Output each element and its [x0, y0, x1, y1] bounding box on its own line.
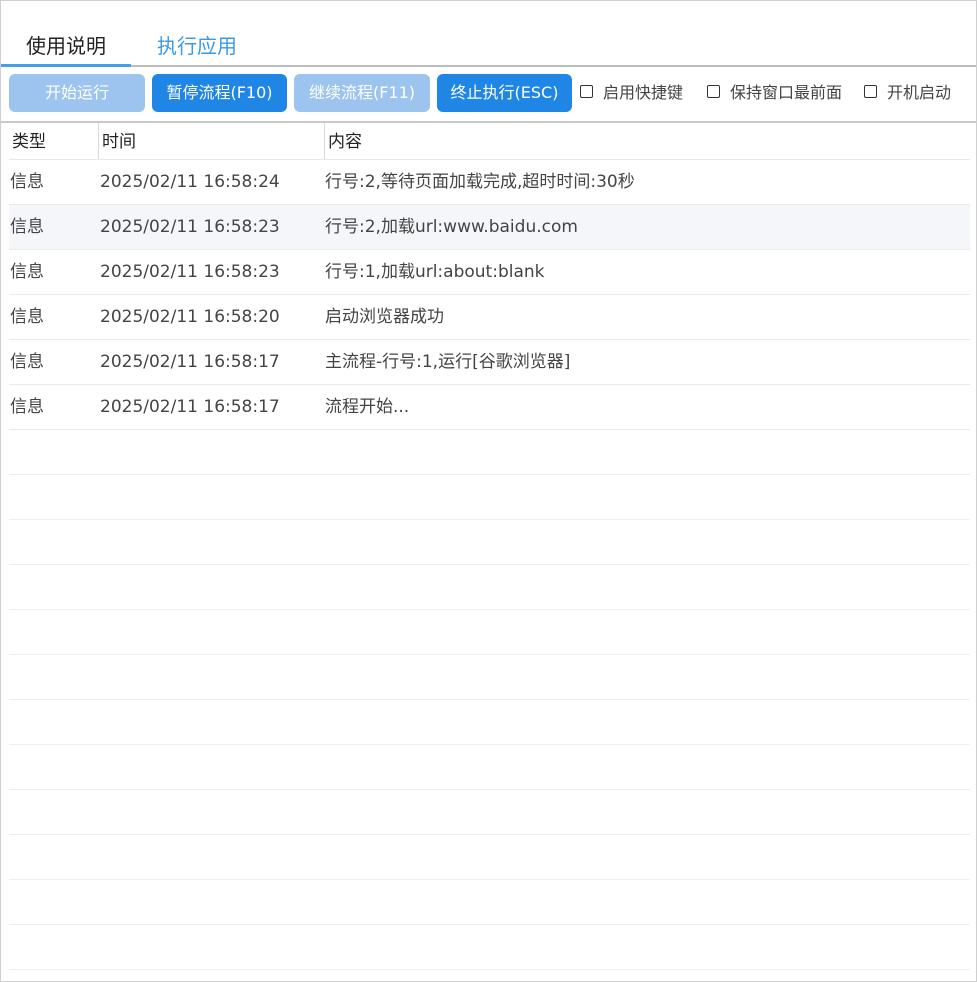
stop-execution-button[interactable]: 终止执行(ESC) — [437, 74, 572, 112]
cell-type: 信息 — [10, 352, 44, 372]
cell-time: 2025/02/11 16:58:17 — [100, 397, 280, 417]
checkbox-box[interactable] — [864, 85, 877, 98]
keep-on-top-checkbox[interactable]: 保持窗口最前面 — [707, 74, 842, 112]
column-header-content-label: 内容 — [328, 132, 362, 152]
column-header-time[interactable]: 时间 — [98, 123, 136, 159]
empty-table-row — [9, 430, 970, 475]
table-row[interactable]: 信息 2025/02/11 16:58:23 行号:2,加载url:www.ba… — [9, 205, 970, 250]
column-header-type[interactable]: 类型 — [12, 123, 46, 159]
column-header-time-label: 时间 — [102, 132, 136, 152]
table-row[interactable]: 信息 2025/02/11 16:58:24 行号:2,等待页面加载完成,超时时… — [9, 160, 970, 205]
empty-table-row — [9, 790, 970, 835]
cell-type: 信息 — [10, 397, 44, 417]
keep-on-top-label: 保持窗口最前面 — [730, 83, 843, 102]
table-row[interactable]: 信息 2025/02/11 16:58:20 启动浏览器成功 — [9, 295, 970, 340]
cell-content: 主流程-行号:1,运行[谷歌浏览器] — [325, 352, 571, 372]
log-table: 类型 时间 内容 信息 2025/02/11 16:58:24 行号:2,等待页… — [9, 123, 970, 970]
autostart-checkbox[interactable]: 开机启动 — [864, 74, 951, 112]
column-separator[interactable] — [324, 123, 325, 159]
start-run-button[interactable]: 开始运行 — [9, 74, 145, 112]
cell-time: 2025/02/11 16:58:23 — [100, 262, 280, 282]
empty-table-row — [9, 700, 970, 745]
cell-type: 信息 — [10, 307, 44, 327]
table-header: 类型 时间 内容 — [9, 123, 970, 160]
table-row[interactable]: 信息 2025/02/11 16:58:17 主流程-行号:1,运行[谷歌浏览器… — [9, 340, 970, 385]
pause-flow-button[interactable]: 暂停流程(F10) — [152, 74, 287, 112]
tab-usage-instructions[interactable]: 使用说明 — [1, 31, 131, 65]
empty-table-row — [9, 880, 970, 925]
checkbox-box[interactable] — [580, 85, 593, 98]
cell-type: 信息 — [10, 217, 44, 237]
empty-table-row — [9, 565, 970, 610]
cell-time: 2025/02/11 16:58:24 — [100, 172, 280, 192]
cell-content: 启动浏览器成功 — [325, 307, 444, 327]
checkbox-box[interactable] — [707, 85, 720, 98]
empty-table-row — [9, 925, 970, 970]
empty-table-row — [9, 475, 970, 520]
column-header-content[interactable]: 内容 — [324, 123, 362, 159]
toolbar: 开始运行 暂停流程(F10) 继续流程(F11) 终止执行(ESC) 启用快捷键… — [1, 67, 976, 121]
tab-bar: 使用说明 执行应用 — [1, 1, 976, 67]
cell-content: 流程开始... — [325, 397, 410, 417]
cell-content: 行号:1,加载url:about:blank — [325, 262, 545, 282]
cell-type: 信息 — [10, 262, 44, 282]
enable-hotkeys-label: 启用快捷键 — [603, 83, 684, 102]
resume-flow-button[interactable]: 继续流程(F11) — [294, 74, 430, 112]
cell-content: 行号:2,加载url:www.baidu.com — [325, 217, 578, 237]
empty-table-row — [9, 745, 970, 790]
tab-run-application[interactable]: 执行应用 — [149, 31, 245, 65]
empty-table-row — [9, 835, 970, 880]
autostart-label: 开机启动 — [887, 83, 952, 102]
cell-time: 2025/02/11 16:58:23 — [100, 217, 280, 237]
empty-table-row — [9, 655, 970, 700]
enable-hotkeys-checkbox[interactable]: 启用快捷键 — [580, 74, 683, 112]
empty-table-row — [9, 610, 970, 655]
column-separator[interactable] — [98, 123, 99, 159]
cell-type: 信息 — [10, 172, 44, 192]
cell-time: 2025/02/11 16:58:17 — [100, 352, 280, 372]
cell-content: 行号:2,等待页面加载完成,超时时间:30秒 — [325, 172, 635, 192]
cell-time: 2025/02/11 16:58:20 — [100, 307, 280, 327]
empty-table-row — [9, 520, 970, 565]
table-row[interactable]: 信息 2025/02/11 16:58:17 流程开始... — [9, 385, 970, 430]
table-row[interactable]: 信息 2025/02/11 16:58:23 行号:1,加载url:about:… — [9, 250, 970, 295]
app-window: 使用说明 执行应用 开始运行 暂停流程(F10) 继续流程(F11) 终止执行(… — [0, 0, 977, 982]
